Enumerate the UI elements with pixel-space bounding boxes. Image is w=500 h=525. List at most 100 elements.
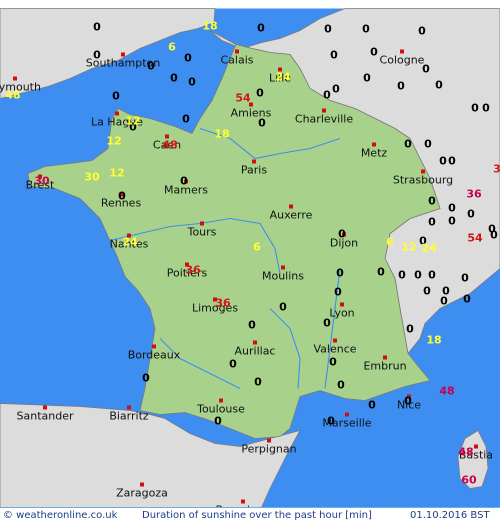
sunshine-value: 0 <box>424 138 432 151</box>
sunshine-value: 60 <box>461 474 477 487</box>
sunshine-value: 0 <box>257 22 265 35</box>
city-name: Embrun <box>363 360 406 373</box>
city-name: Tours <box>187 226 217 239</box>
map-title: Duration of sunshine over the past hour … <box>142 510 372 521</box>
sunshine-value: 0 <box>448 155 456 168</box>
sunshine-value: 0 <box>467 208 475 221</box>
city-name: Metz <box>361 147 388 160</box>
city-name: Perpignan <box>241 443 296 456</box>
sunshine-value: 6 <box>253 241 261 254</box>
sunshine-value: 18 <box>426 334 441 347</box>
sunshine-value: 36 <box>215 297 231 310</box>
city-name: Moulins <box>262 270 304 283</box>
sunshine-value: 6 <box>386 236 394 249</box>
sunshine-value: 0 <box>329 356 337 369</box>
city-name: Valence <box>313 343 356 356</box>
sunshine-value: 18 <box>202 20 217 33</box>
sunshine-map: SouthamptonCalaisColognePlymouthLilleAmi… <box>0 8 500 517</box>
sunshine-value: 0 <box>180 175 188 188</box>
sunshine-value: 48 <box>5 89 20 102</box>
city-name: Aurillac <box>235 345 276 358</box>
sunshine-value: 0 <box>248 319 256 332</box>
sunshine-value: 0 <box>404 138 412 151</box>
sunshine-value: 48 <box>162 139 177 152</box>
sunshine-value: 0 <box>428 269 436 282</box>
sunshine-value: 0 <box>428 216 436 229</box>
sunshine-value: 0 <box>422 63 430 76</box>
sunshine-value: 0 <box>93 21 101 34</box>
sunshine-value: 0 <box>229 358 237 371</box>
city-name: Paris <box>241 164 267 177</box>
sunshine-value: 0 <box>448 202 456 215</box>
sunshine-value: 54 <box>235 92 251 105</box>
sunshine-value: 24 <box>275 71 291 84</box>
sunshine-value: 30 <box>34 175 50 188</box>
sunshine-value: 0 <box>258 117 266 130</box>
sunshine-value: 0 <box>188 76 196 89</box>
city-name: Zaragoza <box>116 487 168 500</box>
sunshine-value: 0 <box>448 215 456 228</box>
sunshine-value: 0 <box>118 190 126 203</box>
sunshine-value: 12 <box>109 167 124 180</box>
sunshine-value: 0 <box>334 286 342 299</box>
sunshine-value: 0 <box>406 323 414 336</box>
sunshine-value: 0 <box>482 102 490 115</box>
sunshine-value: 0 <box>463 293 471 306</box>
sunshine-value: 0 <box>461 272 469 285</box>
sunshine-value: 0 <box>336 267 344 280</box>
sunshine-value: 0 <box>324 23 332 36</box>
sunshine-value: 0 <box>428 195 436 208</box>
sunshine-value: 0 <box>440 295 448 308</box>
sunshine-value: 0 <box>279 301 287 314</box>
sunshine-value: 36 <box>185 264 201 277</box>
sunshine-value: 0 <box>112 90 120 103</box>
sunshine-value: 3 <box>493 163 500 176</box>
sunshine-value: 0 <box>184 52 192 65</box>
sunshine-value: 0 <box>254 376 262 389</box>
sunshine-value: 0 <box>323 317 331 330</box>
sunshine-value: 0 <box>368 399 376 412</box>
sunshine-value: 24 <box>421 242 437 255</box>
sunshine-value: 0 <box>170 72 178 85</box>
sunshine-value: 48 <box>458 446 473 459</box>
sunshine-value: 0 <box>435 79 443 92</box>
sunshine-value: 18 <box>214 128 229 141</box>
sunshine-value: 0 <box>490 229 498 242</box>
map-footer: © weatheronline.co.uk Duration of sunshi… <box>0 507 500 525</box>
sunshine-value: 6 <box>168 41 176 54</box>
sunshine-value: 0 <box>147 60 155 73</box>
sunshine-value: 0 <box>327 415 335 428</box>
sunshine-value: 0 <box>363 72 371 85</box>
map-date: 01.10.2016 BST <box>410 510 490 521</box>
sunshine-value: 0 <box>214 415 222 428</box>
sunshine-value: 0 <box>423 285 431 298</box>
source-credit[interactable]: © weatheronline.co.uk <box>3 510 117 521</box>
sunshine-value: 30 <box>84 171 100 184</box>
city-name: Santander <box>17 410 74 423</box>
city-name: Lyon <box>329 307 354 320</box>
sunshine-value: 0 <box>398 269 406 282</box>
sunshine-value: 0 <box>256 87 264 100</box>
city-name: Auxerre <box>270 209 313 222</box>
sunshine-value: 0 <box>414 269 422 282</box>
city-name: Calais <box>220 54 253 67</box>
sunshine-value: 0 <box>404 395 412 408</box>
sunshine-value: 0 <box>471 102 479 115</box>
sunshine-value: 0 <box>337 379 345 392</box>
city-name: Bordeaux <box>128 349 181 362</box>
city-name: Strasbourg <box>393 174 453 187</box>
sunshine-value: 0 <box>330 49 338 62</box>
city-name: Cologne <box>380 54 425 67</box>
sunshine-value: 48 <box>439 385 454 398</box>
sunshine-value: 0 <box>182 113 190 126</box>
sunshine-value: 54 <box>467 232 483 245</box>
sunshine-value: 24 <box>122 236 138 249</box>
sunshine-value: 0 <box>142 372 150 385</box>
sunshine-value: 0 <box>397 80 405 93</box>
city-name: Biarritz <box>109 410 149 423</box>
city-name: Charleville <box>295 113 353 126</box>
sunshine-value: 36 <box>466 188 482 201</box>
sunshine-value: 12 <box>106 135 121 148</box>
sunshine-value: 0 <box>338 228 346 241</box>
sunshine-value: 0 <box>332 83 340 96</box>
